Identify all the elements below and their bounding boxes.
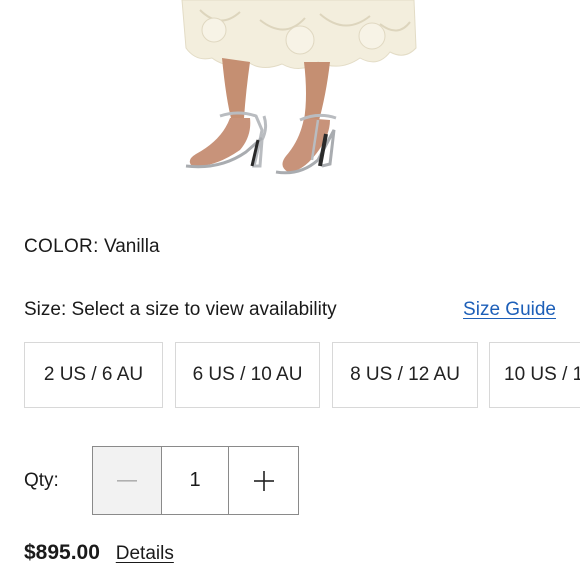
qty-increment-button[interactable] [229, 447, 298, 514]
details-link[interactable]: Details [116, 543, 174, 564]
minus-icon [117, 479, 137, 482]
size-option-2us[interactable]: 2 US / 6 AU [24, 342, 163, 408]
size-label: Size: [24, 299, 67, 320]
size-guide-link[interactable]: Size Guide [463, 299, 556, 321]
color-row: COLOR: Vanilla [24, 236, 160, 258]
product-page: COLOR: Vanilla Size: Select a size to vi… [0, 0, 580, 580]
size-options: 2 US / 6 AU 6 US / 10 AU 8 US / 12 AU 10… [24, 342, 580, 410]
product-photo-illustration [181, 0, 417, 175]
plus-icon [253, 470, 274, 491]
size-prompt: Select a size to view availability [71, 299, 337, 320]
product-image[interactable] [0, 0, 580, 200]
size-option-6us[interactable]: 6 US / 10 AU [175, 342, 320, 408]
qty-label: Qty: [24, 470, 59, 491]
price-row: $895.00 Details [24, 541, 174, 565]
qty-decrement-button[interactable] [93, 447, 162, 514]
size-option-10us[interactable]: 10 US / 14 AU [489, 342, 580, 408]
price-amount: $895.00 [24, 541, 100, 564]
quantity-stepper: 1 [92, 446, 299, 515]
qty-value[interactable]: 1 [162, 447, 229, 514]
color-value: Vanilla [103, 236, 160, 257]
color-label: COLOR: [24, 236, 99, 257]
size-row: Size: Select a size to view availability… [24, 299, 556, 321]
size-option-8us[interactable]: 8 US / 12 AU [332, 342, 478, 408]
